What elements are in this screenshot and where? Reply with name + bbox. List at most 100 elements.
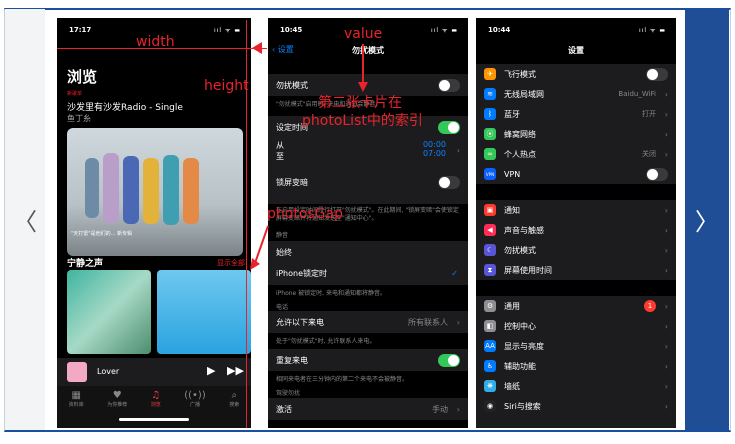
locked-note: iPhone 被锁定时, 来电和通知都将静音。 (276, 290, 386, 297)
time-range-row[interactable]: 从至 00:00 07:00 › (268, 138, 468, 166)
width-arrow-tip (252, 42, 262, 54)
to-label: 至 (276, 152, 284, 161)
setting-icon: ◉ (484, 400, 496, 412)
tab-bar: ▦ 资料库 ♥ 为你推荐 ♫ 浏览 ((•)) 广播 ⌕ 搜索 (57, 386, 251, 428)
settings-row[interactable]: ⚙ 通用 1 › (476, 296, 676, 316)
tab-radio[interactable]: ((•)) 广播 (184, 390, 206, 428)
repeat-toggle[interactable] (438, 353, 460, 367)
settings-row[interactable]: ≋ 无线局域网 Baidu_WiFi › (476, 84, 676, 104)
row-label: 允许以下来电 (276, 317, 324, 327)
row-label: 屏幕使用时间 (504, 265, 552, 275)
settings-group-2: ▣ 通知 › ◀ 声音与触感 › ☾ 勿扰模式 › ⧗ 屏幕使用时间 › (476, 200, 676, 280)
settings-row[interactable]: ☾ 勿扰模式 › (476, 240, 676, 260)
prev-button[interactable]: 〈 (5, 9, 45, 430)
index-note-line-2: photoList中的索引 (302, 113, 423, 129)
settings-row[interactable]: VPN VPN (476, 164, 676, 184)
row-label: iPhone锁定时 (276, 268, 328, 278)
mini-player[interactable]: Lover ▶ ▶▶ (57, 358, 251, 386)
setting-icon: ◀ (484, 224, 496, 236)
row-value: 关闭 (642, 150, 656, 158)
section-header: 驾驶勿扰 (276, 390, 301, 397)
toggle-switch[interactable] (646, 167, 668, 181)
home-indicator (119, 418, 189, 421)
settings-row[interactable]: ▣ 通知 › (476, 200, 676, 220)
row-label: 通知 (504, 205, 520, 215)
tab-label: 广播 (189, 402, 200, 408)
settings-group-1: ✈ 飞行模式 ≋ 无线局域网 Baidu_WiFi › ᛒ 蓝牙 打开 › ⦿ 蜂窝网络 › ∞ 个人热点 关… (476, 64, 676, 184)
chevron-right-icon: › (664, 361, 668, 371)
row-label: 辅助功能 (504, 361, 536, 371)
tab-label: 为你推荐 (107, 402, 128, 408)
heart-icon: ♥ (112, 390, 122, 401)
dnd-toggle[interactable] (438, 78, 460, 92)
tab-browse[interactable]: ♫ 浏览 (151, 390, 161, 428)
row-value: Baidu_WiFi (618, 90, 656, 98)
chevron-right-icon: › (664, 149, 668, 159)
setting-icon: ☾ (484, 244, 496, 256)
chevron-right-icon: › (664, 381, 668, 391)
height-annotation: height (204, 78, 249, 94)
row-label: 蓝牙 (504, 109, 520, 119)
setting-icon: ✈ (484, 68, 496, 80)
next-button[interactable]: 〉 (685, 9, 729, 430)
artist-name: 鱼丁糸 (67, 114, 91, 123)
row-label: 始终 (276, 247, 292, 257)
tab-label: 资料库 (68, 402, 84, 408)
chevron-right-icon: › (664, 109, 668, 119)
show-all-link[interactable]: 显示全部 (217, 258, 245, 268)
locked-row[interactable]: iPhone锁定时 ✓ (268, 263, 468, 283)
row-label: 勿扰模式 (276, 80, 308, 90)
now-playing-title: Lover (97, 367, 120, 376)
settings-row[interactable]: ⧗ 屏幕使用时间 › (476, 260, 676, 280)
settings-row[interactable]: AA 显示与亮度 › (476, 336, 676, 356)
notification-badge: 1 (644, 300, 656, 312)
status-time: 17:17 (69, 26, 92, 34)
row-label: 蜂窝网络 (504, 129, 536, 139)
chevron-right-icon: › (664, 89, 668, 99)
dim-toggle[interactable] (438, 175, 460, 189)
settings-row[interactable]: ∞ 个人热点 关闭 › (476, 144, 676, 164)
settings-row[interactable]: ✈ 飞行模式 (476, 64, 676, 84)
chevron-right-icon: › (664, 321, 668, 331)
photos-gap-arrow (250, 225, 269, 270)
schedule-toggle[interactable] (438, 120, 460, 134)
chevron-right-icon: › (664, 401, 668, 411)
library-icon: ▦ (71, 390, 81, 401)
activate-row[interactable]: 激活 手动 › (268, 398, 468, 420)
album-artwork[interactable]: "天打雷"是他们的... 新专辑 (67, 128, 243, 256)
settings-group-3: ⚙ 通用 1 › ◧ 控制中心 › AA 显示与亮度 › ♿ 辅助功能 › ❋ 墙纸 › ◉ Siri与搜索 › (476, 296, 676, 428)
row-label: 声音与触感 (504, 225, 544, 235)
allow-note: 处于"勿扰模式"时, 允许联系人来电。 (276, 338, 376, 345)
settings-row[interactable]: ❋ 墙纸 › (476, 376, 676, 396)
play-icon[interactable]: ▶ (207, 364, 215, 377)
tab-library[interactable]: ▦ 资料库 (69, 390, 84, 428)
settings-row[interactable]: ◀ 声音与触感 › (476, 220, 676, 240)
repeat-calls-row: 重复来电 (268, 349, 468, 371)
always-row[interactable]: 始终 (268, 242, 468, 262)
status-time: 10:45 (280, 26, 303, 34)
index-note-line-1: 第二张卡片在 (318, 95, 402, 111)
status-icons: ııl ᯤ ▬ (639, 27, 666, 34)
setting-icon: ▣ (484, 204, 496, 216)
playlist-card[interactable] (157, 270, 251, 354)
settings-row[interactable]: ♿ 辅助功能 › (476, 356, 676, 376)
chevron-right-icon: › (664, 301, 668, 311)
forward-icon[interactable]: ▶▶ (227, 364, 244, 377)
settings-row[interactable]: ⦿ 蜂窝网络 › (476, 124, 676, 144)
row-label: 控制中心 (504, 321, 536, 331)
tab-for-you[interactable]: ♥ 为你推荐 (107, 390, 127, 428)
setting-icon: ♿ (484, 360, 496, 372)
photos-gap-annotation: photosGap (267, 206, 343, 222)
settings-row[interactable]: ◉ Siri与搜索 › (476, 396, 676, 416)
allow-calls-row[interactable]: 允许以下来电 所有联系人 › (268, 311, 468, 333)
chevron-right-icon: › (664, 225, 668, 235)
page-title: 浏览 (67, 68, 98, 86)
badge: 新歌单 (67, 91, 83, 97)
settings-row[interactable]: ◧ 控制中心 › (476, 316, 676, 336)
row-label: Siri与搜索 (504, 401, 541, 411)
toggle-switch[interactable] (646, 67, 668, 81)
photo-card-3[interactable]: 10:44 ııl ᯤ ▬ 设置 ✈ 飞行模式 ≋ 无线局域网 Baidu_WiFi › ᛒ… (476, 18, 676, 428)
settings-row[interactable]: ᛒ 蓝牙 打开 › (476, 104, 676, 124)
playlist-card[interactable] (67, 270, 151, 354)
tab-search[interactable]: ⌕ 搜索 (229, 390, 239, 428)
